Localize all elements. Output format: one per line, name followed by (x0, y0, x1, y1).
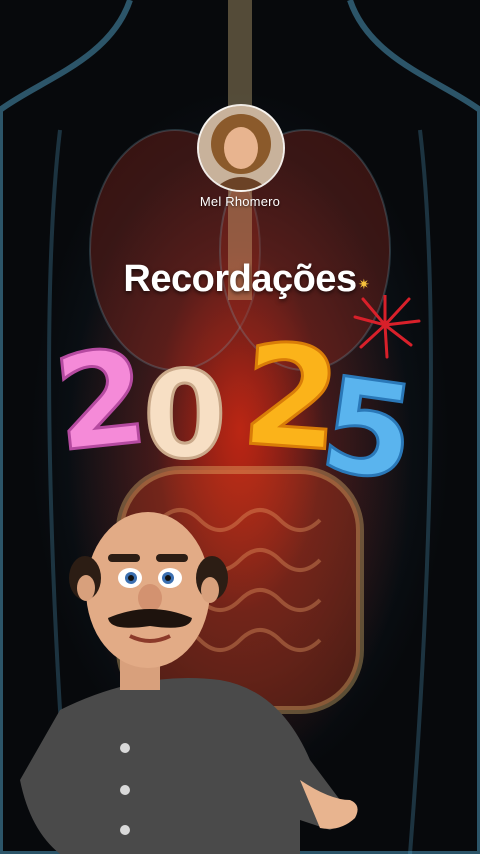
cartoon-man-character (20, 512, 358, 854)
year-2025-balloons: 2 0 2 5 (55, 295, 425, 495)
year-digit-2a: 2 (55, 320, 154, 481)
firework-icon (353, 295, 421, 359)
profile-username[interactable]: Mel Rhomero (140, 194, 340, 209)
profile-avatar[interactable] (197, 104, 285, 192)
sparkle-icon: ✷ (358, 276, 370, 292)
year-digit-0: 0 (143, 347, 227, 486)
avatar-photo (199, 106, 283, 190)
